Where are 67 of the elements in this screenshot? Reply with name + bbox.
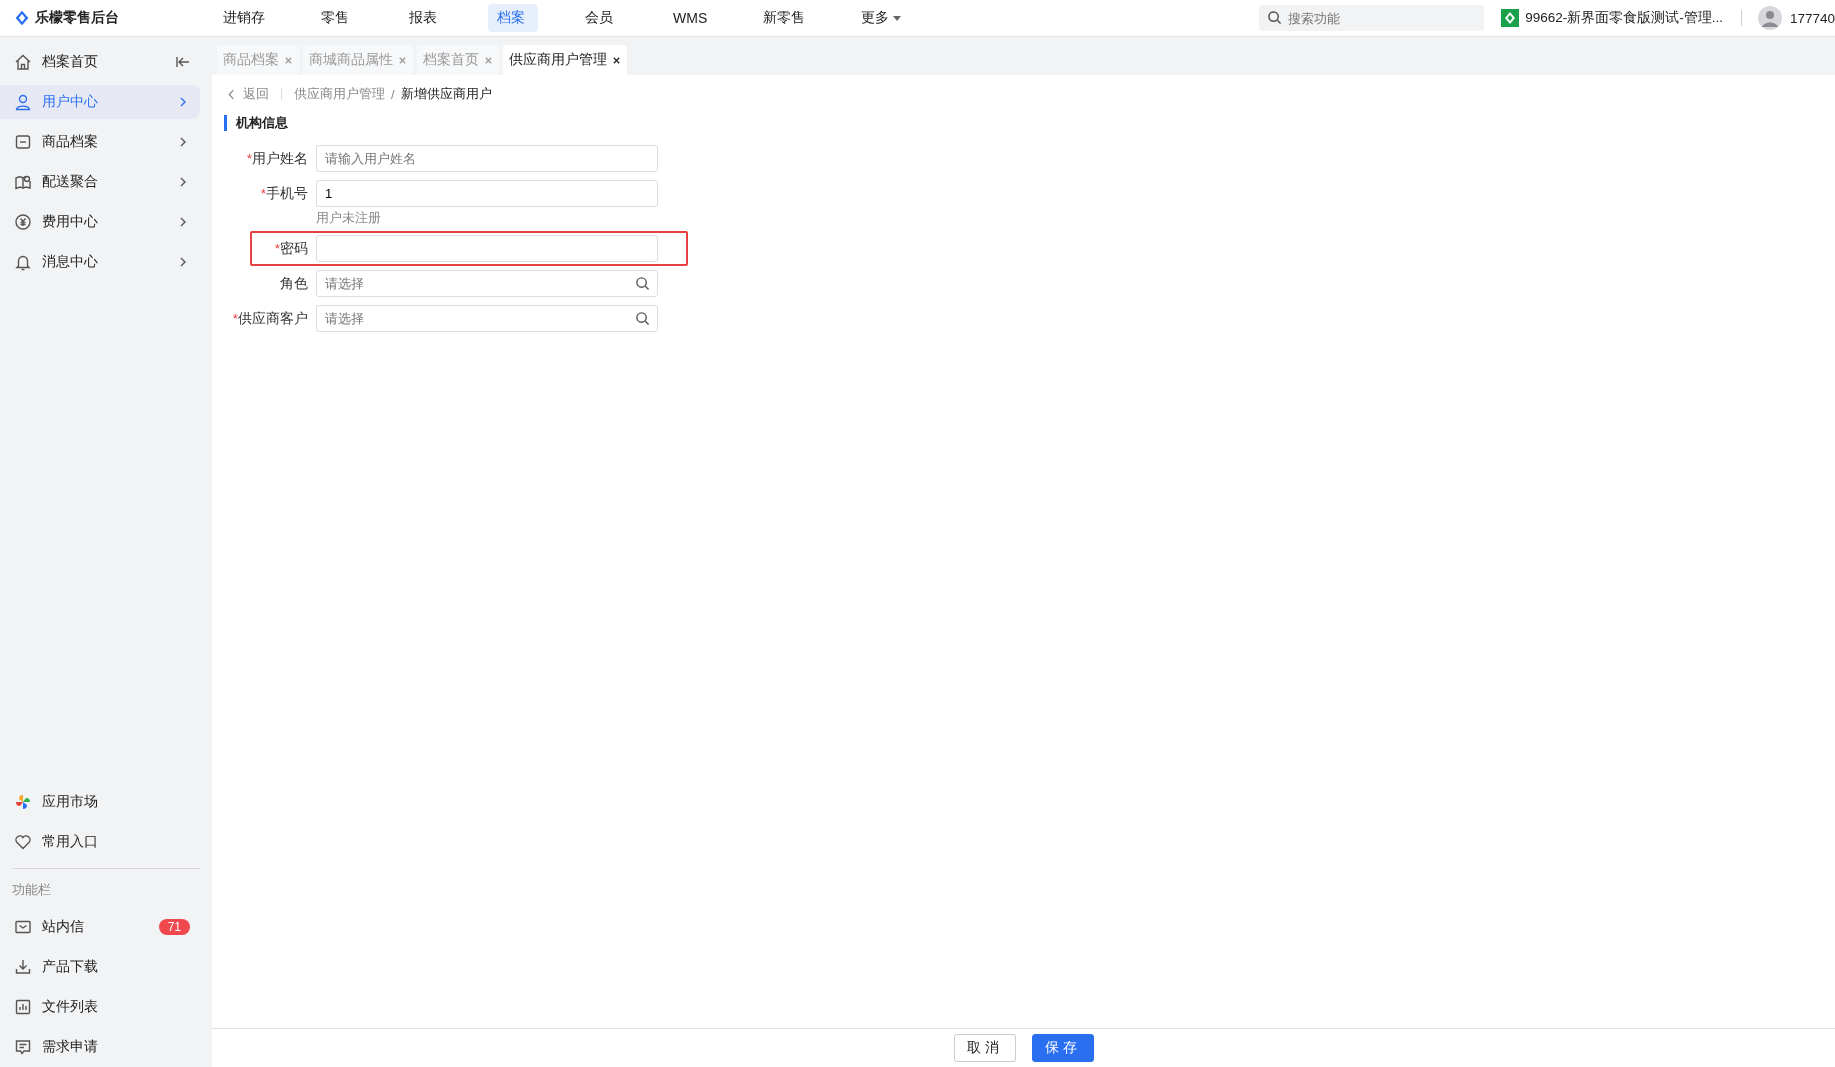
breadcrumb-item[interactable]: 供应商用户管理 xyxy=(294,85,385,103)
sidebar-item[interactable]: 文件列表 xyxy=(0,990,200,1024)
input-field[interactable]: 请选择 xyxy=(316,305,658,332)
menu-icon xyxy=(14,213,32,231)
logo-icon xyxy=(14,9,30,27)
nav-tab[interactable]: WMS xyxy=(664,5,717,31)
sidebar-item[interactable]: 站内信 71 xyxy=(0,910,200,944)
search-icon xyxy=(1267,10,1283,25)
nav-tab[interactable]: 档案 xyxy=(488,4,538,32)
field-label: 角色 xyxy=(279,275,309,293)
page-tab[interactable]: 供应商用户管理 xyxy=(503,45,627,75)
store-name[interactable]: 99662-新界面零食版测试-管理... xyxy=(1525,9,1723,27)
menu-icon xyxy=(14,253,32,271)
nav-tab[interactable]: 零售 xyxy=(312,4,362,32)
pinwheel-icon xyxy=(14,793,32,811)
mail-icon xyxy=(14,918,32,936)
download-icon xyxy=(14,958,32,976)
chart-icon xyxy=(14,998,32,1016)
input-field[interactable]: 请输入用户姓名 xyxy=(316,145,658,172)
sidebar-item[interactable]: 应用市场 xyxy=(0,785,200,819)
search-icon[interactable] xyxy=(635,276,650,291)
menu-icon xyxy=(14,53,32,71)
section-label: 功能栏 xyxy=(11,881,52,899)
field-label: *用户姓名 xyxy=(245,150,309,168)
sidebar-item[interactable]: 常用入口 xyxy=(0,825,200,859)
field-label: *供应商客户 xyxy=(231,310,309,328)
nav-tab[interactable]: 报表 xyxy=(400,4,450,32)
user-name[interactable]: 177740 xyxy=(1789,10,1835,26)
field-hint: 用户未注册 xyxy=(316,209,382,227)
store-logo-icon xyxy=(1501,9,1520,27)
unread-count-badge: 71 xyxy=(158,919,190,935)
sidebar-item[interactable]: 消息中心 xyxy=(0,245,200,279)
back-link[interactable]: 返回 xyxy=(243,85,269,103)
search-field[interactable]: 搜索功能 xyxy=(1259,5,1485,31)
input-field[interactable]: 请选择 xyxy=(316,270,658,297)
input-field[interactable] xyxy=(316,235,658,262)
cancel-button[interactable]: 取消 xyxy=(953,1034,1016,1062)
sidebar-item[interactable]: 商品档案 xyxy=(0,125,200,159)
message-icon xyxy=(14,1038,32,1056)
field-label: *手机号 xyxy=(259,185,309,203)
sidebar-item[interactable]: 配送聚合 xyxy=(0,165,200,199)
app-title: 乐檬零售后台 xyxy=(35,9,119,27)
sidebar-item[interactable]: 档案首页 xyxy=(0,45,200,79)
nav-tab[interactable]: 更多 xyxy=(852,4,911,32)
sidebar-item[interactable]: 用户中心 xyxy=(0,85,200,119)
breadcrumb-separator: / xyxy=(391,86,395,102)
search-icon[interactable] xyxy=(635,311,650,326)
menu-icon xyxy=(14,173,32,191)
menu-icon xyxy=(14,93,32,111)
menu-icon xyxy=(14,133,32,151)
save-button[interactable]: 保存 xyxy=(1031,1034,1094,1062)
chevron-left-icon[interactable] xyxy=(228,88,235,100)
input-field[interactable]: 1 xyxy=(316,180,658,207)
sidebar-item[interactable]: 产品下载 xyxy=(0,950,200,984)
field-label: *密码 xyxy=(273,240,309,258)
collapse-icon[interactable] xyxy=(176,55,190,69)
sidebar-item[interactable]: 需求申请 xyxy=(0,1030,200,1064)
nav-tab[interactable]: 进销存 xyxy=(214,4,274,32)
caret-icon xyxy=(893,15,902,21)
section-title: 机构信息 xyxy=(224,115,1823,131)
heart-icon xyxy=(14,833,32,851)
close-icon[interactable] xyxy=(612,55,621,65)
sidebar-item[interactable]: 费用中心 xyxy=(0,205,200,239)
avatar[interactable] xyxy=(1757,6,1782,30)
nav-tab[interactable]: 新零售 xyxy=(754,4,815,32)
nav-tab[interactable]: 会员 xyxy=(576,4,626,32)
breadcrumb-item: 新增供应商用户 xyxy=(400,85,492,103)
